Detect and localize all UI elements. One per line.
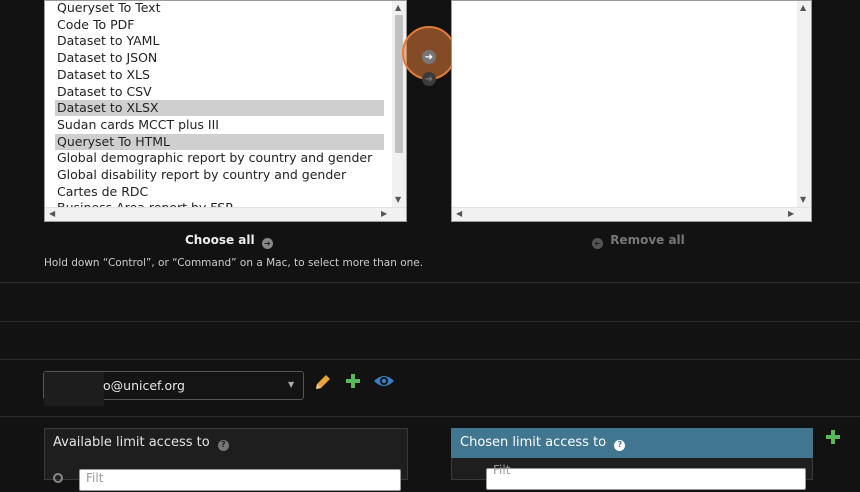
select-option[interactable]: Queryset To HTML [55,133,384,150]
owner-select[interactable]: o@unicef.org ▼ [43,371,304,406]
scroll-down-arrow-icon[interactable]: ▼ [800,195,806,205]
available-limit-access-panel: Available limit access to ? Filt [44,428,408,491]
available-horizontal-scrollbar[interactable]: ◀ ▶ [45,207,406,221]
divider [0,359,860,360]
chevron-down-icon: ▼ [288,380,295,389]
available-vertical-scrollbar[interactable]: ▲ ▼ [392,1,406,208]
scroll-up-arrow-icon[interactable]: ▲ [395,3,401,13]
remove-selected-arrow-icon[interactable]: ➜ [422,72,436,86]
eye-icon[interactable] [373,373,395,393]
chosen-vertical-scrollbar[interactable]: ▲ ▼ [797,1,811,208]
available-limit-access-title: Available limit access to [53,435,210,450]
pencil-icon[interactable] [313,372,333,396]
add-selected-arrow-icon[interactable]: ➜ [422,50,436,64]
select-option[interactable]: Sudan cards MCCT plus III [55,117,384,133]
available-reports-select[interactable]: Queryset To Text Code To PDF Dataset to YA… [44,0,407,222]
plus-icon[interactable] [344,372,362,394]
chosen-limit-access-title: Chosen limit access to [460,435,607,450]
choose-all-label: Choose all [185,233,255,247]
question-circle-icon[interactable]: ? [217,439,229,451]
chosen-filter-input[interactable]: Filt [486,463,806,490]
remove-all-link[interactable]: ➜ Remove all [592,233,685,249]
scroll-right-arrow-icon[interactable]: ▶ [788,209,794,219]
owner-select-value: o@unicef.org [103,378,185,393]
chosen-reports-select[interactable]: ▲ ▼ ◀ ▶ [451,0,812,222]
select-option[interactable]: Code To PDF [55,17,384,33]
arrow-left-circle-icon: ➜ [592,238,603,249]
choose-all-link[interactable]: Choose all ➜ [185,233,273,249]
divider [0,282,860,283]
scrollbar-thumb[interactable] [395,15,403,153]
scroll-left-arrow-icon[interactable]: ◀ [456,209,462,219]
divider [0,321,860,322]
select-option[interactable]: Cartes de RDC [55,184,384,200]
available-filter-input[interactable]: Filt [79,469,401,491]
select-option[interactable]: Dataset to XLS [55,67,384,83]
scroll-up-arrow-icon[interactable]: ▲ [800,3,806,13]
select-option[interactable]: Queryset To Text [55,1,384,16]
select-option[interactable]: Dataset to CSV [55,84,384,100]
scroll-down-arrow-icon[interactable]: ▼ [395,195,401,205]
select-option[interactable]: Dataset to JSON [55,50,384,66]
scroll-left-arrow-icon[interactable]: ◀ [49,209,55,219]
select-option[interactable]: Dataset to XLSX [55,100,384,117]
arrow-right-circle-icon: ➜ [261,238,273,249]
remove-all-label: Remove all [610,233,685,247]
select-option[interactable]: Global demographic report by country and… [55,150,384,166]
select-option[interactable]: Global disability report by country and … [55,167,384,183]
divider [0,416,860,417]
multi-select-help-text: Hold down “Control”, or “Command” on a M… [44,257,424,269]
chosen-filter-area: Filt [451,458,813,490]
redacted-area [44,372,104,406]
filter-placeholder: Filt [493,463,511,477]
filter-placeholder: Filt [86,471,104,485]
select-option[interactable]: Dataset to YAML [55,33,384,49]
question-circle-icon[interactable]: ? [614,439,626,451]
plus-icon[interactable] [824,428,842,450]
search-icon [53,473,63,483]
chosen-horizontal-scrollbar[interactable]: ◀ ▶ [452,207,811,221]
scroll-right-arrow-icon[interactable]: ▶ [381,209,387,219]
chosen-limit-access-panel: Chosen limit access to ? [451,428,813,458]
